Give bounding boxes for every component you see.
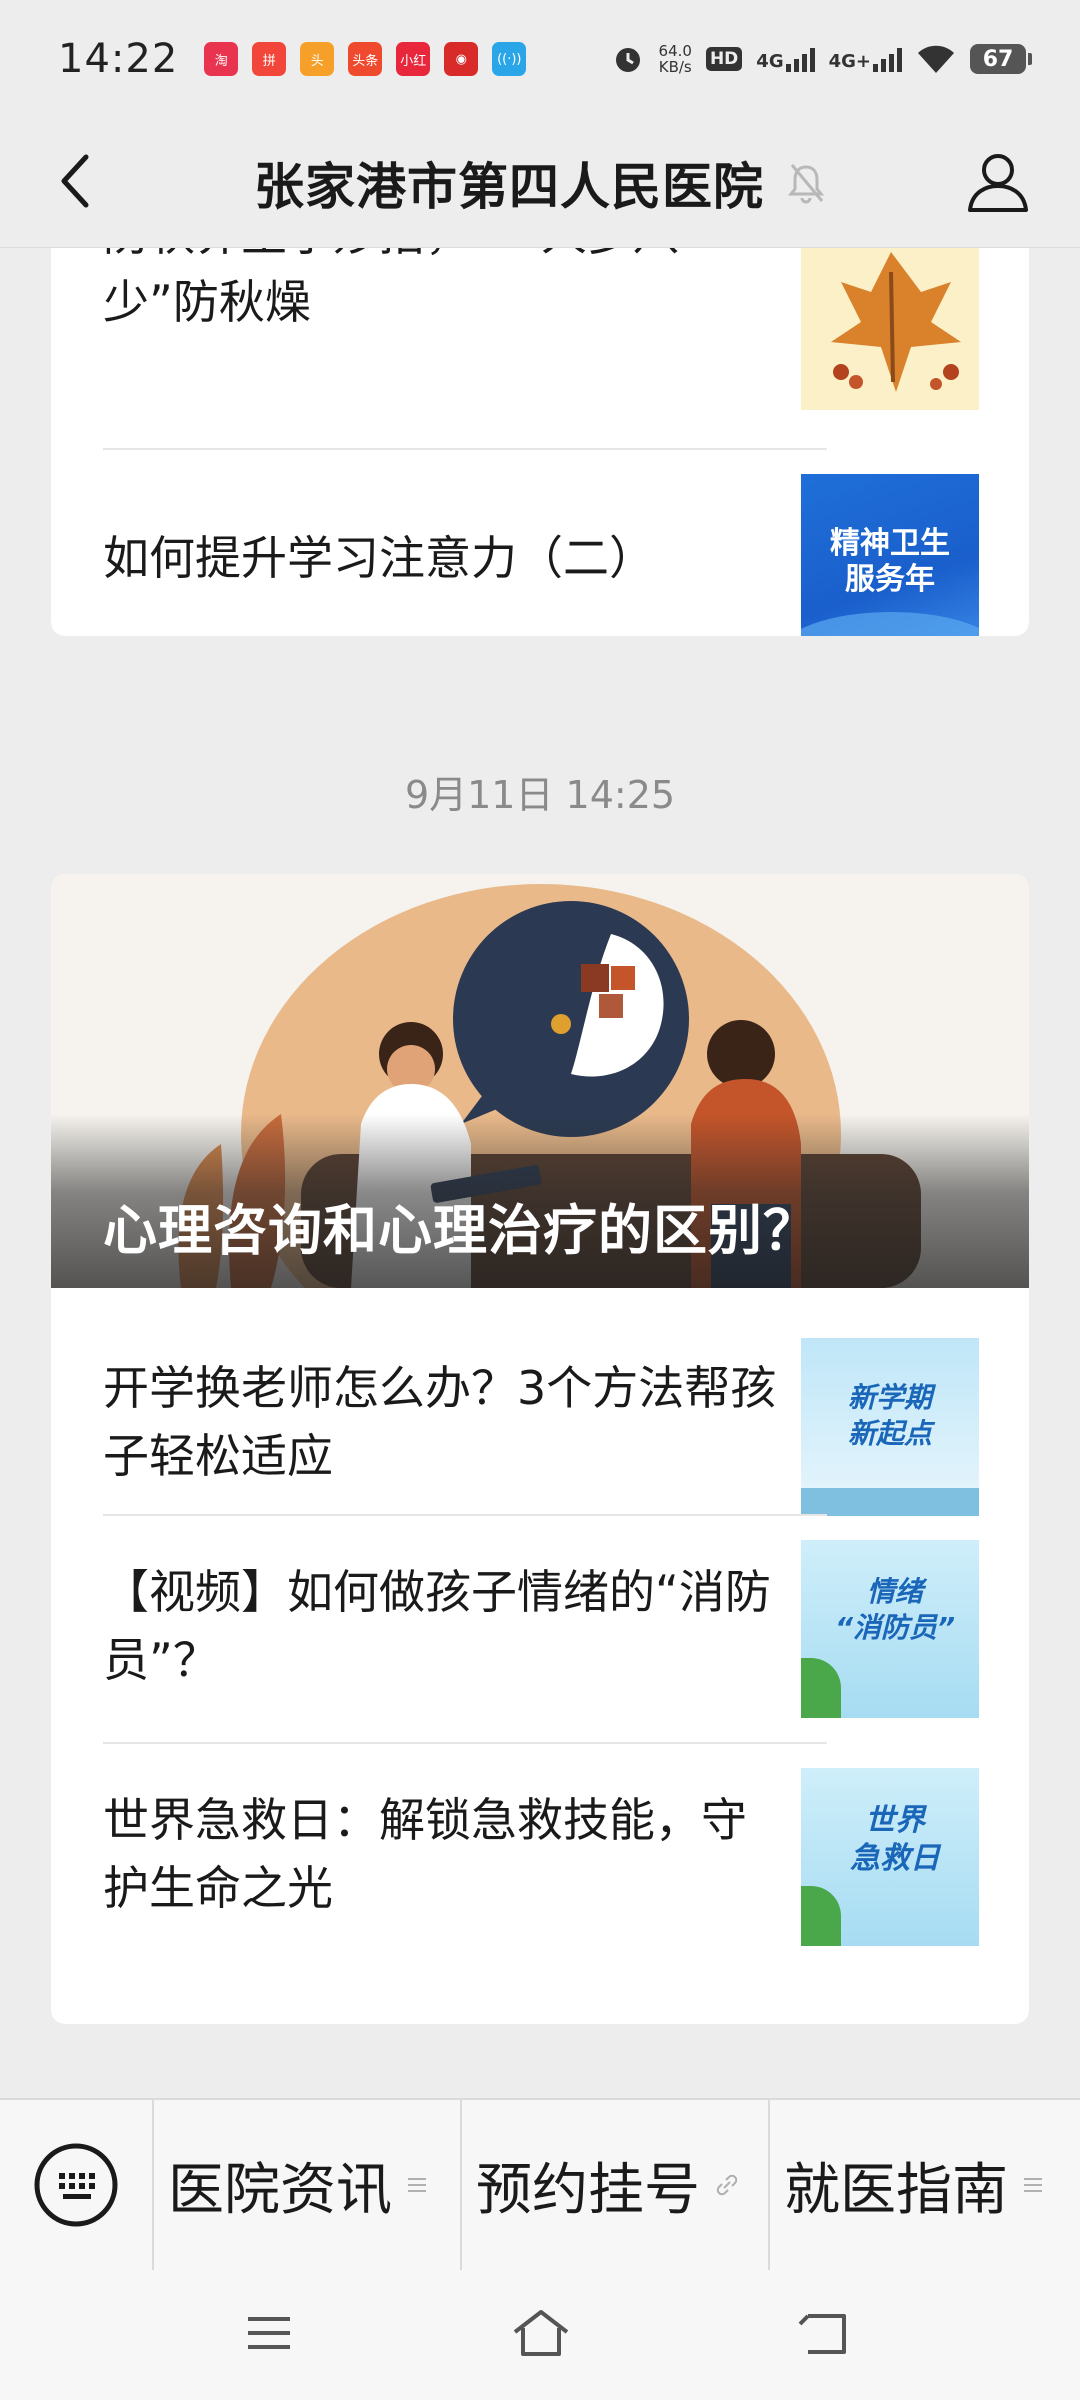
article-item[interactable]: 防秋养生小妙招，“一人多八少”防秋燥 bbox=[103, 248, 1029, 448]
menu-label: 就医指南 bbox=[784, 2157, 1008, 2223]
app-notification-icon-7: ((·)) bbox=[492, 42, 527, 76]
article-title: 世界急救日：解锁急救技能，守护生命之光 bbox=[103, 1793, 747, 1915]
chevron-left-icon bbox=[61, 154, 89, 208]
sim2-signal: 4G+ bbox=[829, 46, 902, 72]
thumbnail-text: 服务年 bbox=[845, 562, 935, 597]
autumn-leaves-image bbox=[801, 248, 979, 410]
thumbnail-text: 情绪 bbox=[866, 1575, 923, 1608]
app-notification-icon-5: 小红 bbox=[396, 42, 431, 76]
official-account-menu: 医院资讯 预约挂号 就医指南 bbox=[0, 2098, 1080, 2271]
submenu-icon bbox=[406, 2172, 432, 2198]
menu-label: 预约挂号 bbox=[476, 2157, 700, 2223]
article-item[interactable]: 开学换老师怎么办？3个方法帮孩子轻松适应 新学期 新起点 bbox=[103, 1288, 1029, 1516]
article-title: 如何提升学习注意力（二） bbox=[103, 531, 655, 585]
hero-article[interactable]: 心理咨询和心理治疗的区别？ bbox=[51, 874, 1029, 1288]
network-speed: 64.0 KB/s bbox=[659, 43, 692, 75]
status-indicators: 64.0 KB/s HD 4G 4G+ 67 bbox=[611, 42, 1032, 76]
article-title: 防秋养生小妙招，“一人多八少”防秋燥 bbox=[103, 248, 679, 329]
battery-icon: 67 bbox=[970, 44, 1032, 74]
person-icon bbox=[968, 154, 1028, 212]
menu-appointment[interactable]: 预约挂号 bbox=[460, 2099, 768, 2271]
signal-bars-icon bbox=[785, 46, 815, 72]
notification-icons: 淘 拼 头 头条 小红 ◉ ((·)) bbox=[204, 42, 527, 76]
article-title: 【视频】如何做孩子情绪的“消防员”？ bbox=[103, 1565, 771, 1687]
article-title: 开学换老师怎么办？3个方法帮孩子轻松适应 bbox=[103, 1361, 777, 1483]
home-button[interactable] bbox=[506, 2298, 576, 2368]
thumbnail-text: 急救日 bbox=[850, 1841, 940, 1876]
back-button[interactable] bbox=[46, 146, 106, 216]
back-arrow-icon bbox=[798, 2314, 846, 2354]
home-icon bbox=[513, 2310, 569, 2356]
article-item[interactable]: 世界急救日：解锁急救技能，守护生命之光 世界 急救日 bbox=[103, 1744, 1029, 1970]
system-navigation-bar bbox=[0, 2270, 1080, 2400]
article-thumbnail: 世界 急救日 bbox=[801, 1768, 979, 1946]
keyboard-icon bbox=[34, 2143, 118, 2227]
article-card: 防秋养生小妙招，“一人多八少”防秋燥 如何提升学习注意力（二） 精神卫生 服务年 bbox=[51, 248, 1029, 636]
profile-button[interactable] bbox=[962, 142, 1034, 222]
message-timestamp: 9月11日 14:25 bbox=[404, 773, 676, 817]
signal-bars-icon bbox=[873, 46, 902, 72]
app-notification-icon-6: ◉ bbox=[444, 42, 479, 76]
message-feed[interactable]: 防秋养生小妙招，“一人多八少”防秋燥 如何提升学习注意力（二） 精神卫生 服务年 bbox=[0, 248, 1080, 2098]
article-item[interactable]: 【视频】如何做孩子情绪的“消防员”？ 情绪 “消防员” bbox=[103, 1516, 1029, 1742]
app-notification-icon-3: 头 bbox=[300, 42, 335, 76]
article-thumbnail: 情绪 “消防员” bbox=[801, 1540, 979, 1718]
recent-apps-button[interactable] bbox=[234, 2298, 304, 2368]
app-header: 张家港市第四人民医院 bbox=[0, 118, 1080, 248]
app-notification-icon-1: 淘 bbox=[204, 42, 239, 76]
thumbnail-text: 新学期 bbox=[847, 1381, 932, 1414]
mute-notification-icon bbox=[787, 163, 825, 203]
thumbnail-text: “消防员” bbox=[834, 1611, 956, 1644]
hero-article-title: 心理咨询和心理治疗的区别？ bbox=[103, 1199, 818, 1262]
keyboard-toggle-button[interactable] bbox=[0, 2099, 152, 2271]
sim1-signal: 4G bbox=[756, 46, 815, 72]
article-item[interactable]: 如何提升学习注意力（二） 精神卫生 服务年 bbox=[103, 450, 1029, 636]
article-thumbnail: 精神卫生 服务年 bbox=[801, 474, 979, 636]
thumbnail-text: 新起点 bbox=[847, 1417, 932, 1450]
status-time: 14:22 bbox=[58, 36, 179, 82]
hd-badge: HD bbox=[705, 47, 743, 71]
sim2-network-label: 4G+ bbox=[828, 51, 871, 72]
menu-hospital-news[interactable]: 医院资讯 bbox=[152, 2099, 460, 2271]
alarm-icon bbox=[615, 48, 640, 72]
network-speed-unit: KB/s bbox=[658, 58, 692, 76]
article-thumbnail bbox=[801, 248, 979, 410]
thumbnail-text: 世界 bbox=[865, 1803, 925, 1838]
battery-level: 67 bbox=[982, 46, 1014, 72]
article-card: 心理咨询和心理治疗的区别？ 开学换老师怎么办？3个方法帮孩子轻松适应 新学期 新… bbox=[51, 874, 1029, 2024]
status-bar: 14:22 淘 拼 头 头条 小红 ◉ ((·)) 64.0 KB/s HD 4… bbox=[0, 0, 1080, 118]
wifi-icon bbox=[918, 45, 954, 73]
app-notification-icon-4: 头条 bbox=[348, 42, 383, 76]
submenu-icon bbox=[1022, 2172, 1048, 2198]
app-notification-icon-2: 拼 bbox=[252, 42, 287, 76]
link-icon bbox=[714, 2172, 740, 2198]
article-thumbnail: 新学期 新起点 bbox=[801, 1338, 979, 1516]
menu-label: 医院资讯 bbox=[168, 2157, 392, 2223]
page-title: 张家港市第四人民医院 bbox=[254, 157, 764, 216]
menu-medical-guide[interactable]: 就医指南 bbox=[768, 2099, 1080, 2271]
thumbnail-text: 精神卫生 bbox=[830, 526, 950, 561]
menu-icon bbox=[248, 2317, 290, 2349]
network-speed-value: 64.0 bbox=[658, 42, 692, 60]
sim1-network-label: 4G bbox=[756, 51, 784, 72]
back-nav-button[interactable] bbox=[790, 2298, 860, 2368]
